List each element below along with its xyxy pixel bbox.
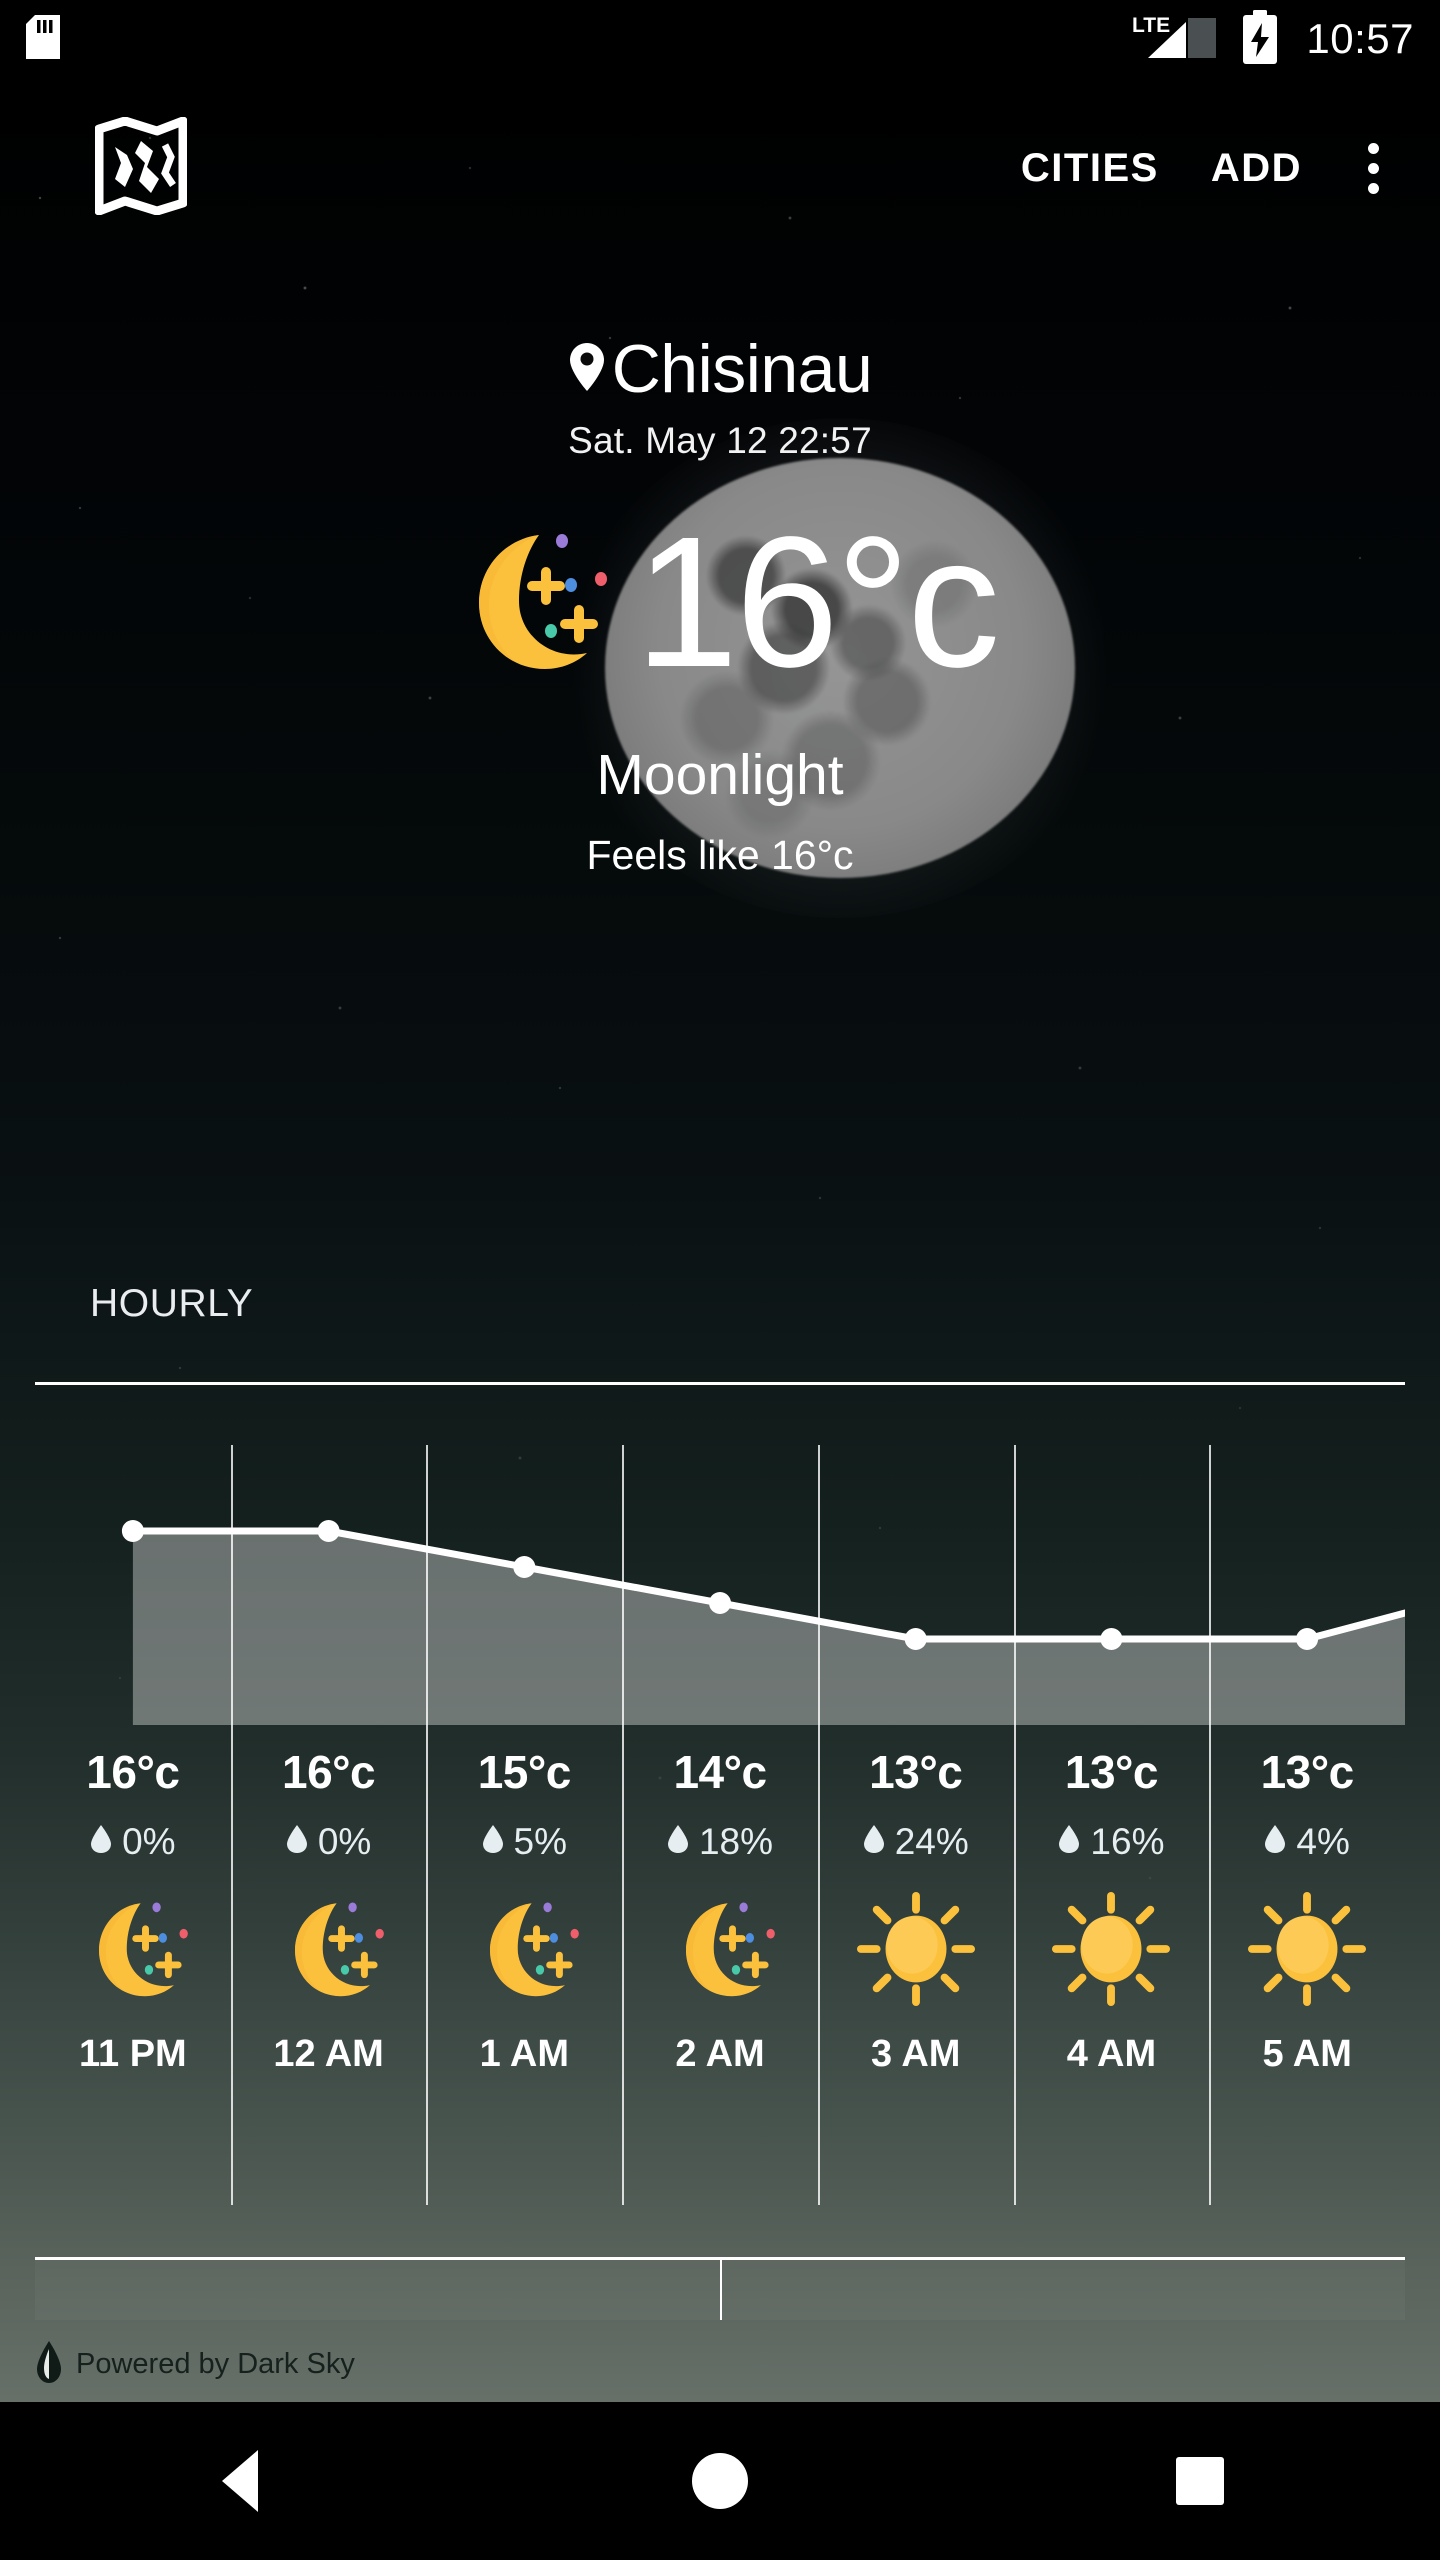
overflow-menu-icon[interactable]	[1336, 126, 1410, 210]
back-triangle-icon[interactable]	[150, 2402, 330, 2560]
status-bar: LTE 10:57	[0, 0, 1440, 78]
hourly-divider	[35, 1382, 1405, 1385]
temperature-unit: c	[907, 499, 1000, 706]
hourly-precip-value: 4%	[1296, 1821, 1350, 1862]
city-name: Chisinau	[611, 331, 873, 407]
hourly-precip: 0%	[90, 1821, 176, 1863]
location-pin-icon	[568, 341, 606, 398]
sun-icon	[1248, 1879, 1367, 2019]
recents-square-icon[interactable]	[1110, 2402, 1290, 2560]
hourly-temp: 16°c	[282, 1746, 376, 1798]
temperature-row: 16° c	[443, 499, 1000, 706]
hourly-panel[interactable]: 16°c 0% 11 PM 16°c 0% 12 AM 15°c 5% 1 AM…	[35, 1385, 1405, 2280]
hourly-item[interactable]: 16°c 0%	[35, 1385, 231, 2205]
hourly-precip-value: 0%	[317, 1821, 372, 1862]
android-nav-bar	[0, 2402, 1440, 2560]
hourly-hour: 11 PM	[78, 2033, 187, 2075]
signal-bars-icon: LTE	[1130, 12, 1222, 67]
hourly-item[interactable]: 13°c 4% 5 AM	[1209, 1385, 1405, 2205]
hourly-hour: 3 AM	[871, 2033, 961, 2075]
hourly-item[interactable]: 13°c 16% 4 AM	[1013, 1385, 1210, 2205]
hourly-section-label: HOURLY	[90, 1282, 254, 1325]
hourly-precip: 18%	[667, 1821, 773, 1863]
hourly-precip: 24%	[863, 1821, 969, 1863]
water-drop-icon	[863, 1821, 885, 1863]
bottom-card-right[interactable]	[720, 2260, 1405, 2320]
hourly-temp: 15°c	[477, 1746, 572, 1798]
map-icon[interactable]	[94, 116, 188, 220]
water-drop-icon	[482, 1821, 504, 1863]
add-button[interactable]: ADD	[1185, 126, 1328, 211]
moon-stars-icon	[443, 521, 613, 686]
water-drop-icon	[1264, 1821, 1286, 1863]
battery-charging-icon	[1240, 9, 1280, 69]
water-drop-icon	[286, 1821, 308, 1863]
hourly-hour: 4 AM	[1066, 2033, 1157, 2075]
hourly-precip: 4%	[1264, 1821, 1350, 1863]
hourly-precip-value: 18%	[698, 1821, 774, 1862]
phone-screen: LTE 10:57 CITIES ADD Chisinau Sat. May 1…	[0, 0, 1440, 2560]
weather-condition: Moonlight	[596, 743, 844, 807]
cities-button[interactable]: CITIES	[995, 126, 1185, 211]
attribution[interactable]: Powered by Dark Sky	[34, 2340, 355, 2389]
dark-sky-logo-icon	[34, 2340, 64, 2389]
hourly-precip-value: 16%	[1090, 1821, 1165, 1862]
home-circle-icon[interactable]	[630, 2402, 810, 2560]
current-datetime: Sat. May 12 22:57	[568, 420, 872, 461]
current-conditions: Chisinau Sat. May 12 22:57 16° c Moonlig…	[0, 330, 1440, 879]
moon-stars-icon	[74, 1879, 192, 2019]
hourly-hour: 5 AM	[1262, 2033, 1352, 2075]
sd-card-icon	[26, 14, 60, 64]
hourly-hour: 1 AM	[479, 2033, 569, 2075]
attribution-text: Powered by Dark Sky	[76, 2348, 355, 2380]
moon-stars-icon	[465, 1879, 583, 2019]
bottom-card-left[interactable]	[35, 2260, 720, 2320]
svg-text:LTE: LTE	[1132, 14, 1170, 37]
hourly-columns: 16°c 0% 11 PM 16°c 0% 12 AM 15°c 5% 1 AM…	[35, 1385, 1405, 2205]
hourly-item[interactable]: 13°c 24% 3 AM	[817, 1385, 1014, 2205]
hourly-precip-value: 5%	[513, 1821, 568, 1862]
current-temperature: 16° c	[634, 499, 1000, 706]
moon-stars-icon	[270, 1879, 388, 2019]
hourly-hour: 2 AM	[675, 2033, 765, 2075]
feels-like: Feels like 16°c	[586, 832, 854, 878]
hourly-temp: 16°c	[86, 1746, 180, 1798]
hourly-precip-value: 24%	[894, 1821, 969, 1862]
hourly-temp: 13°c	[1260, 1746, 1355, 1798]
city-row: Chisinau	[568, 330, 873, 408]
water-drop-icon	[1058, 1821, 1080, 1863]
sun-icon	[856, 1879, 975, 2019]
hourly-item[interactable]: 15°c 5% 1 AM	[426, 1385, 622, 2205]
hourly-item[interactable]: 16°c 0%	[230, 1385, 427, 2205]
hourly-hour: 12 AM	[273, 2033, 384, 2075]
water-drop-icon	[667, 1821, 689, 1863]
temperature-value: 16°	[634, 499, 910, 706]
hourly-precip: 16%	[1058, 1821, 1164, 1863]
app-bar: CITIES ADD	[0, 78, 1440, 258]
hourly-item[interactable]: 14°c 18% 2 AM	[622, 1385, 818, 2205]
moon-stars-icon	[661, 1879, 779, 2019]
hourly-precip: 5%	[482, 1821, 567, 1863]
water-drop-icon	[90, 1821, 112, 1863]
sun-icon	[1052, 1879, 1171, 2019]
hourly-precip: 0%	[286, 1821, 371, 1863]
hourly-temp: 13°c	[1064, 1746, 1159, 1798]
hourly-temp: 13°c	[869, 1746, 963, 1798]
hourly-precip-value: 0%	[122, 1821, 176, 1862]
hourly-temp: 14°c	[673, 1746, 767, 1798]
status-bar-clock: 10:57	[1306, 15, 1414, 62]
bottom-cards	[35, 2260, 1405, 2320]
